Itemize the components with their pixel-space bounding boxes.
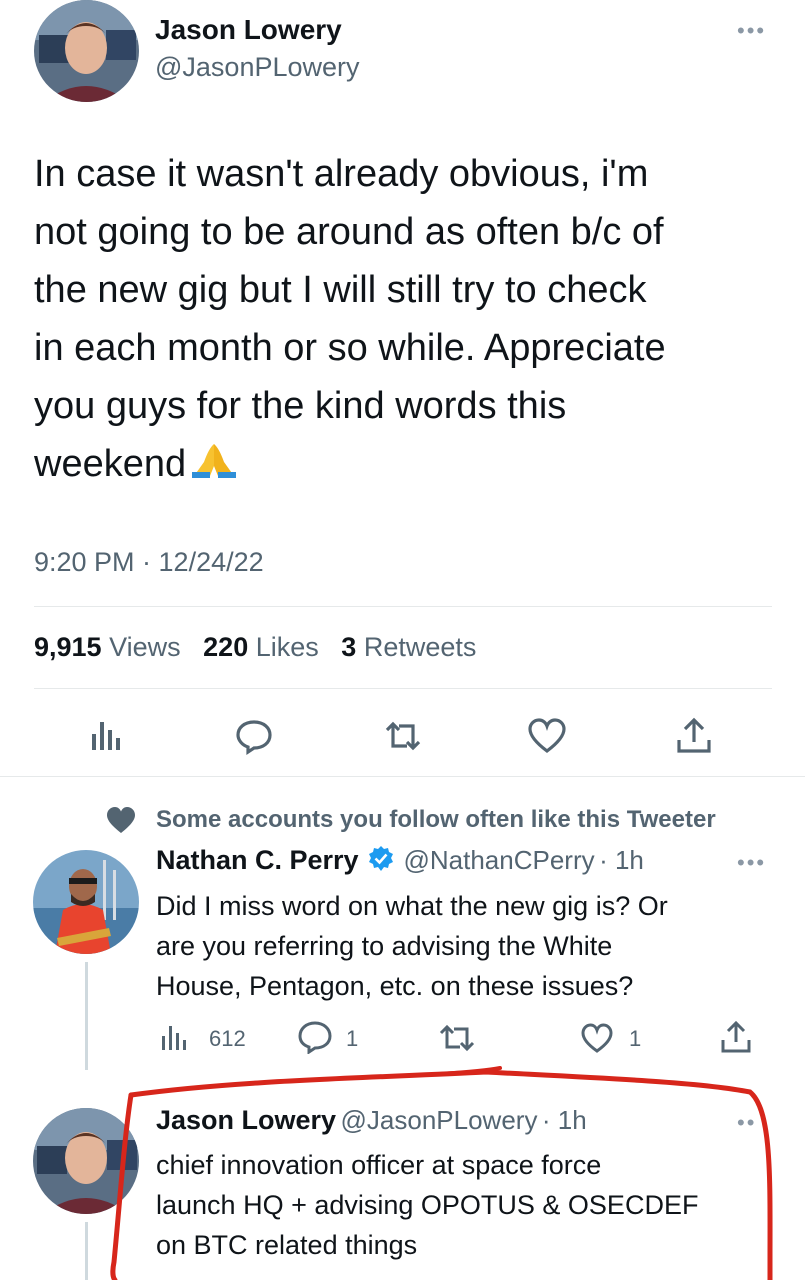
retweets-count: 3 [341, 632, 357, 662]
likes-count: 220 [203, 632, 249, 662]
heart-icon [106, 806, 136, 839]
reply-views-count: 612 [209, 1026, 246, 1051]
like-icon[interactable] [527, 716, 567, 756]
more-options-icon[interactable]: ••• [737, 850, 766, 876]
retweet-icon[interactable] [437, 1022, 477, 1059]
reply-author-handle[interactable]: @NathanCPerry [403, 845, 594, 875]
retweets-stat[interactable]: 3 Retweets [341, 632, 476, 662]
author-name[interactable]: Jason Lowery [155, 14, 342, 46]
more-options-icon[interactable]: •• [737, 1110, 756, 1136]
reply-likes-count: 1 [629, 1026, 642, 1051]
share-icon[interactable] [674, 716, 714, 756]
reply-avatar[interactable] [33, 850, 139, 954]
folded-hands-emoji-icon [188, 439, 240, 497]
tweet-timestamp[interactable]: 9:20 PM · 12/24/22 [34, 547, 264, 578]
reply-icon[interactable] [297, 1020, 333, 1059]
views-icon[interactable] [88, 716, 128, 756]
section-divider [0, 776, 805, 777]
share-icon[interactable] [720, 1020, 752, 1059]
retweet-icon[interactable] [381, 716, 421, 756]
reply-icon[interactable] [234, 716, 274, 756]
tweet-text: In case it wasn't already obvious, i'm n… [34, 145, 794, 497]
reply-author-name[interactable]: Nathan C. Perry [156, 845, 359, 875]
likes-stat[interactable]: 220 Likes [203, 632, 319, 662]
views-count: 9,915 [34, 632, 102, 662]
reply-text: chief innovation officer at space force … [156, 1150, 699, 1260]
divider [34, 688, 772, 689]
like-icon[interactable] [580, 1022, 614, 1059]
reply-header: Nathan C. Perry @NathanCPerry · 1h [156, 845, 644, 878]
tweet-text-content: In case it wasn't already obvious, i'm n… [34, 153, 666, 485]
divider [34, 606, 772, 607]
author-handle[interactable]: @JasonPLowery [155, 52, 360, 83]
reply-text: Did I miss word on what the new gig is? … [156, 891, 668, 1001]
verified-badge-icon [367, 845, 395, 878]
views-label: Views [109, 632, 181, 662]
likes-label: Likes [255, 632, 319, 662]
reply-header: Jason Lowery @JasonPLowery · 1h [156, 1105, 587, 1136]
tweet-stats: 9,915 Views 220 Likes 3 Retweets [34, 632, 476, 663]
views-stat[interactable]: 9,915 Views [34, 632, 181, 662]
views-icon[interactable] [160, 1024, 190, 1057]
more-options-icon[interactable]: ••• [737, 18, 766, 44]
reply-avatar[interactable] [33, 1108, 139, 1214]
reply-author-handle[interactable]: @JasonPLowery [341, 1105, 538, 1135]
reply-time[interactable]: · 1h [542, 1105, 587, 1135]
social-context-text: Some accounts you follow often like this… [156, 806, 716, 833]
author-avatar[interactable] [34, 0, 139, 102]
thread-line [85, 962, 88, 1070]
reply-replies-count: 1 [346, 1026, 359, 1051]
retweets-label: Retweets [363, 632, 477, 662]
thread-line [85, 1222, 88, 1280]
reply-author-name[interactable]: Jason Lowery [156, 1105, 336, 1135]
reply-time[interactable]: · 1h [599, 845, 644, 875]
